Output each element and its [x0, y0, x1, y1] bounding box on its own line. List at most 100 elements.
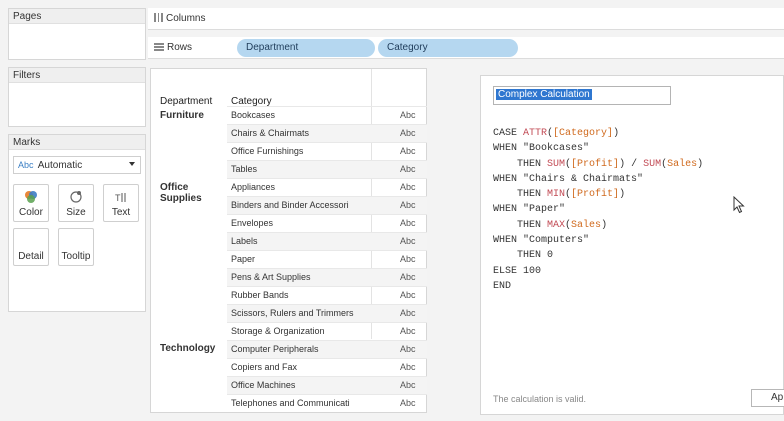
- color-label: Color: [19, 207, 43, 218]
- size-button[interactable]: Size: [58, 184, 94, 222]
- table-row[interactable]: Paper Abc: [227, 250, 427, 268]
- columns-text: Columns: [166, 13, 206, 24]
- filters-title: Filters: [9, 68, 145, 83]
- text-icon: T: [104, 189, 138, 207]
- table-row[interactable]: Labels Abc: [227, 232, 427, 250]
- value-cell: Abc: [400, 272, 416, 282]
- table-row[interactable]: Office Furnishings Abc: [227, 142, 427, 160]
- table-row[interactable]: Binders and Binder Accessori Abc: [227, 196, 427, 214]
- category-cell: Storage & Organization: [231, 326, 325, 336]
- code-line: WHEN "Paper": [493, 204, 566, 216]
- table-row[interactable]: Computer Peripherals Abc: [227, 340, 427, 358]
- color-button[interactable]: Color: [13, 184, 49, 222]
- category-cell: Appliances: [231, 182, 276, 192]
- detail-label: Detail: [18, 251, 44, 262]
- category-pill[interactable]: Category: [378, 39, 518, 57]
- table-row[interactable]: Pens & Art Supplies Abc: [227, 268, 427, 286]
- category-cell: Office Furnishings: [231, 146, 304, 156]
- category-cell: Tables: [231, 164, 258, 174]
- value-cell: Abc: [400, 164, 416, 174]
- rows-icon: [154, 43, 164, 51]
- rows-shelf[interactable]: Rows Department Category: [148, 37, 784, 59]
- code-line: ELSE 100: [493, 265, 542, 277]
- table-row[interactable]: Office Machines Abc: [227, 376, 427, 394]
- department-pill[interactable]: Department: [237, 39, 375, 57]
- value-cell: Abc: [400, 344, 416, 354]
- category-cell: Bookcases: [231, 110, 276, 120]
- svg-text:T: T: [115, 193, 121, 203]
- pages-title: Pages: [9, 9, 145, 24]
- value-cell: Abc: [400, 200, 416, 210]
- table-row[interactable]: Telephones and Communicati Abc: [227, 394, 427, 412]
- value-cell: Abc: [400, 254, 416, 264]
- value-cell: Abc: [400, 236, 416, 246]
- table-row[interactable]: Tables Abc: [227, 160, 427, 178]
- view-table: Department Category Furniture Office Sup…: [150, 68, 427, 413]
- value-cell: Abc: [400, 326, 416, 336]
- value-cell: Abc: [400, 218, 416, 228]
- category-cell: Pens & Art Supplies: [231, 272, 311, 282]
- filters-card[interactable]: Filters: [8, 67, 146, 127]
- columns-icon: [154, 13, 163, 22]
- calculation-name-field[interactable]: Complex Calculation: [493, 86, 671, 105]
- table-row[interactable]: Chairs & Chairmats Abc: [227, 124, 427, 142]
- code-line: WHEN "Chairs & Chairmats": [493, 173, 644, 185]
- detail-icon: [14, 233, 48, 251]
- category-cell: Telephones and Communicati: [231, 398, 350, 408]
- rows-text: Rows: [167, 42, 193, 53]
- category-cell: Binders and Binder Accessori: [231, 200, 349, 210]
- code-line: WHEN "Bookcases": [493, 143, 590, 155]
- size-label: Size: [66, 207, 86, 218]
- value-cell: Abc: [400, 380, 416, 390]
- category-cell: Envelopes: [231, 218, 274, 228]
- tooltip-label: Tooltip: [61, 251, 91, 262]
- columns-shelf[interactable]: Columns: [148, 8, 784, 30]
- color-icon: [14, 189, 48, 207]
- detail-button[interactable]: Detail: [13, 228, 49, 266]
- tooltip-button[interactable]: Tooltip: [58, 228, 94, 266]
- category-cell: Copiers and Fax: [231, 362, 298, 372]
- workspace: Pages Filters Marks Abc Automatic Color: [0, 0, 784, 421]
- chevron-down-icon: [129, 162, 135, 166]
- code-line: THEN MAX(Sales): [493, 219, 608, 231]
- text-button[interactable]: T Text: [103, 184, 139, 222]
- dept-office-supplies[interactable]: Office Supplies: [160, 182, 202, 204]
- dept-furniture[interactable]: Furniture: [160, 110, 204, 121]
- category-cell: Office Machines: [231, 380, 296, 390]
- calculation-editor: Complex Calculation CASE ATTR([Category]…: [480, 75, 784, 415]
- table-row[interactable]: Scissors, Rulers and Trimmers Abc: [227, 304, 427, 322]
- pages-card[interactable]: Pages: [8, 8, 146, 60]
- department-header[interactable]: Department: [160, 96, 212, 107]
- text-label: Text: [111, 207, 131, 218]
- marks-card: Marks Abc Automatic Color Size T Text De…: [8, 134, 146, 312]
- validation-status: The calculation is valid.: [493, 394, 587, 404]
- dept-technology[interactable]: Technology: [160, 343, 215, 354]
- value-cell: Abc: [400, 398, 416, 408]
- rows-shelf-label: Rows: [154, 42, 192, 53]
- value-cell: Abc: [400, 110, 416, 120]
- table-row[interactable]: Bookcases Abc: [227, 106, 427, 124]
- table-row[interactable]: Rubber Bands Abc: [227, 286, 427, 304]
- mouse-pointer-icon: [733, 196, 745, 214]
- table-row[interactable]: Appliances Abc: [227, 178, 427, 196]
- value-cell: Abc: [400, 308, 416, 318]
- category-cell: Chairs & Chairmats: [231, 128, 310, 138]
- mark-type-dropdown[interactable]: Abc Automatic: [13, 156, 141, 174]
- code-line: CASE ATTR([Category]): [493, 128, 620, 139]
- value-cell: Abc: [400, 290, 416, 300]
- formula-editor[interactable]: CASE ATTR([Category]) WHEN "Bookcases" TH…: [493, 126, 703, 294]
- tooltip-icon: [59, 233, 93, 251]
- value-cell: Abc: [400, 146, 416, 156]
- category-cell: Rubber Bands: [231, 290, 289, 300]
- mark-type-value: Automatic: [37, 160, 83, 171]
- category-cell: Scissors, Rulers and Trimmers: [231, 308, 354, 318]
- calculation-name-selected: Complex Calculation: [496, 89, 592, 100]
- code-line: THEN 0: [493, 250, 554, 262]
- category-cell: Computer Peripherals: [231, 344, 319, 354]
- table-row[interactable]: Copiers and Fax Abc: [227, 358, 427, 376]
- code-line: END: [493, 280, 512, 292]
- table-row[interactable]: Storage & Organization Abc: [227, 322, 427, 340]
- table-row[interactable]: Envelopes Abc: [227, 214, 427, 232]
- apply-button[interactable]: Ap: [751, 389, 784, 407]
- code-line: WHEN "Computers": [493, 235, 590, 247]
